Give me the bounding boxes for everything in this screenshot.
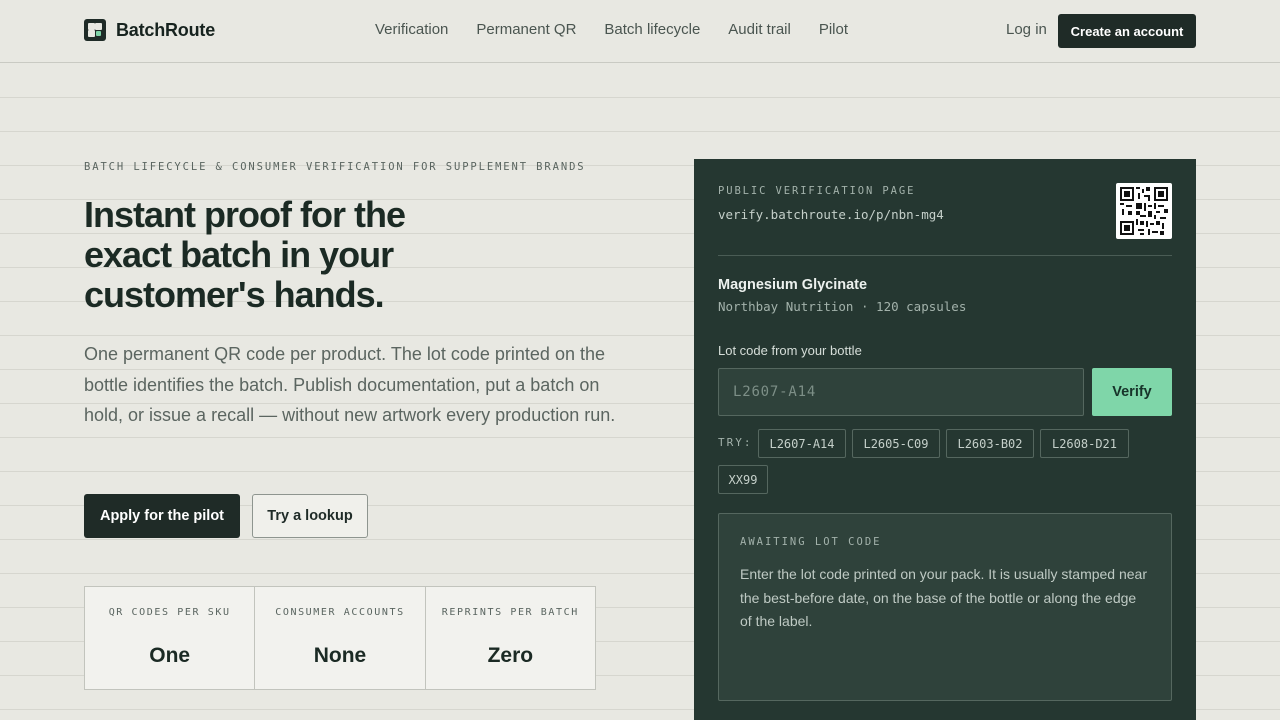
page-title: Instant proof for the exact batch in you… (84, 195, 554, 315)
lot-chip[interactable]: L2603-B02 (946, 429, 1034, 458)
headline-line-3: customer's hands. (84, 274, 385, 315)
try-lookup-button[interactable]: Try a lookup (252, 494, 368, 538)
nav-item-pilot[interactable]: Pilot (819, 21, 848, 38)
status-panel: AWAITING LOT CODE Enter the lot code pri… (718, 513, 1172, 701)
product-name: Magnesium Glycinate (718, 277, 868, 293)
stat-reprints: REPRINTS PER BATCH Zero (426, 587, 595, 689)
hero-description: One permanent QR code per product. The l… (84, 344, 616, 425)
stat-label: CONSUMER ACCOUNTS (275, 607, 405, 618)
nav-item-audit-trail[interactable]: Audit trail (728, 21, 791, 38)
qr-code-icon (1116, 183, 1172, 239)
stat-value: Zero (487, 644, 534, 667)
logo-icon (84, 19, 106, 41)
verify-button[interactable]: Verify (1092, 368, 1172, 416)
try-label: TRY: (718, 436, 753, 449)
site-header: BatchRoute Verification Permanent QR Bat… (0, 0, 1280, 63)
headline-line-2: exact batch in your (84, 234, 394, 275)
nav-item-verification[interactable]: Verification (375, 21, 448, 38)
stat-consumer-accounts: CONSUMER ACCOUNTS None (255, 587, 426, 689)
lot-code-label: Lot code from your bottle (718, 343, 862, 358)
hero-eyebrow: BATCH LIFECYCLE & CONSUMER VERIFICATION … (84, 161, 586, 173)
apply-pilot-button[interactable]: Apply for the pilot (84, 494, 240, 538)
lot-chip[interactable]: L2608-D21 (1040, 429, 1129, 458)
lot-chip[interactable]: XX99 (718, 465, 768, 494)
card-eyebrow: PUBLIC VERIFICATION PAGE (718, 185, 916, 197)
verification-card: PUBLIC VERIFICATION PAGE verify.batchrou… (694, 159, 1196, 720)
lot-chip[interactable]: L2607-A14 (758, 429, 846, 458)
create-account-button[interactable]: Create an account (1058, 14, 1196, 48)
stats-panel: QR CODES PER SKU One CONSUMER ACCOUNTS N… (84, 586, 596, 690)
stat-qr-codes: QR CODES PER SKU One (85, 587, 256, 689)
headline-line-1: Instant proof for the (84, 194, 406, 235)
verification-url[interactable]: verify.batchroute.io/p/nbn-mg4 (718, 207, 944, 222)
status-title: AWAITING LOT CODE (740, 536, 882, 548)
stat-label: QR CODES PER SKU (108, 607, 231, 618)
brand-name: BatchRoute (116, 19, 216, 40)
lot-code-input[interactable] (718, 368, 1084, 416)
nav-item-batch-lifecycle[interactable]: Batch lifecycle (604, 21, 700, 38)
brand-logo[interactable]: BatchRoute (84, 19, 215, 41)
nav-item-permanent-qr[interactable]: Permanent QR (476, 21, 576, 38)
main-nav: Verification Permanent QR Batch lifecycl… (375, 21, 876, 38)
lot-chip[interactable]: L2605-C09 (852, 429, 940, 458)
product-details: Northbay Nutrition · 120 capsules (718, 299, 967, 314)
stat-value: None (313, 644, 367, 667)
stat-value: One (149, 644, 191, 667)
status-message: Enter the lot code printed on your pack.… (740, 566, 1148, 629)
login-link[interactable]: Log in (1006, 21, 1047, 38)
stat-label: REPRINTS PER BATCH (441, 607, 579, 618)
card-divider (718, 255, 1172, 256)
